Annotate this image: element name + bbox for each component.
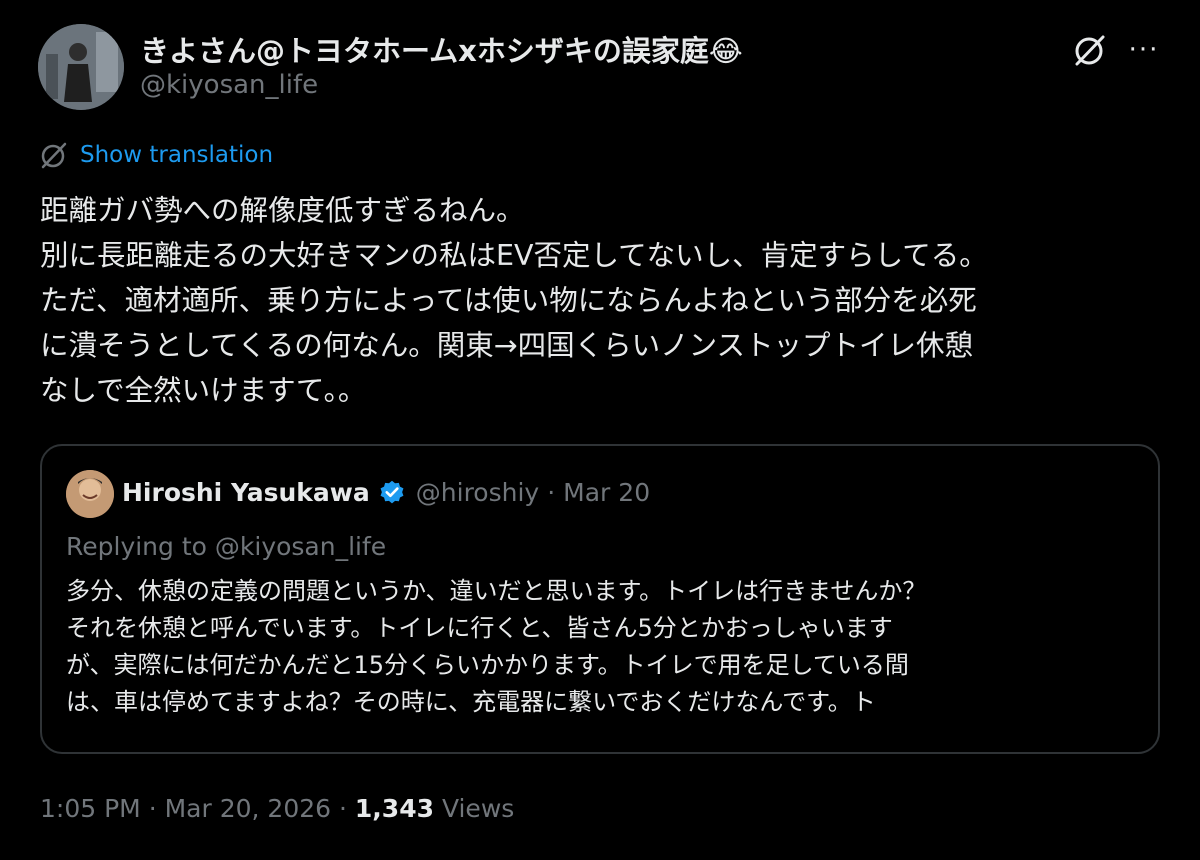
more-options-button[interactable]: ··· <box>1124 30 1164 70</box>
separator-dot: · <box>339 794 347 823</box>
quoted-tweet-text: 多分、休憩の定義の問題というか、違いだと思います。トイレは行きませんか？ それを… <box>66 573 1146 721</box>
quoted-tweet-header: Hiroshi Yasukawa @hiroshiy · Mar 20 <box>122 478 650 507</box>
tweet-date[interactable]: Mar 20, 2026 <box>165 794 331 823</box>
separator-dot: · <box>148 794 157 823</box>
tweet-line: 別に長距離走るの大好きマンの私はEV否定してないし、肯定すらしてる。 <box>40 239 988 272</box>
show-translation-label: Show translation <box>80 142 274 168</box>
quoted-line: それを休憩と呼んでいます。トイレに行くと、皆さん5分とかおっしゃいます <box>66 614 893 642</box>
tweet-meta: 1:05 PM · Mar 20, 2026 · 1,343 Views <box>40 794 514 823</box>
tweet-line: なしで全然いけますて。。 <box>40 374 367 407</box>
quoted-author-name[interactable]: Hiroshi Yasukawa <box>122 478 370 507</box>
grok-button[interactable] <box>1070 30 1110 70</box>
translate-icon <box>41 142 67 169</box>
quoted-author-avatar[interactable] <box>66 470 114 518</box>
more-options-icon: ··· <box>1128 35 1160 65</box>
quoted-line: は、車は停めてますよね？その時に、充電器に繋いでおくだけなんです。ト <box>66 688 876 716</box>
separator-dot: · <box>547 478 556 507</box>
quoted-line: 多分、休憩の定義の問題というか、違いだと思います。トイレは行きませんか？ <box>66 577 927 605</box>
quoted-tweet-date[interactable]: Mar 20 <box>563 478 650 507</box>
tweet-line: に潰そうとしてくるの何なん。関東→四国くらいノンストップトイレ休憩 <box>40 329 974 362</box>
quoted-tweet-card[interactable]: Hiroshi Yasukawa @hiroshiy · Mar 20 Repl… <box>40 444 1160 754</box>
tweet-line: ただ、適材適所、乗り方によっては使い物にならんよねという部分を必死 <box>40 284 977 317</box>
grok-icon <box>1075 35 1105 66</box>
author-display-name[interactable]: きよさん@トヨタホームxホシザキの誤家庭😂 <box>140 28 743 70</box>
views-label: Views <box>441 794 515 823</box>
show-translation-link[interactable]: Show translation <box>40 141 273 169</box>
quoted-author-handle[interactable]: @hiroshiy <box>416 478 539 507</box>
tweet-time[interactable]: 1:05 PM <box>40 794 141 823</box>
author-avatar[interactable] <box>38 24 124 110</box>
tweet-text: 距離ガバ勢への解像度低すぎるねん。 別に長距離走るの大好きマンの私はEV否定して… <box>40 188 1170 413</box>
replying-to-label: Replying to @kiyosan_life <box>66 532 387 561</box>
author-handle[interactable]: @kiyosan_life <box>140 70 318 100</box>
views-count: 1,343 <box>354 794 434 823</box>
verified-badge-icon <box>380 480 404 503</box>
avatar-image <box>38 24 124 110</box>
quoted-line: が、実際には何だかんだと15分くらいかかります。トイレで用を足している間 <box>66 651 909 679</box>
quoted-avatar-image <box>66 470 114 518</box>
tweet-line: 距離ガバ勢への解像度低すぎるねん。 <box>40 194 525 227</box>
